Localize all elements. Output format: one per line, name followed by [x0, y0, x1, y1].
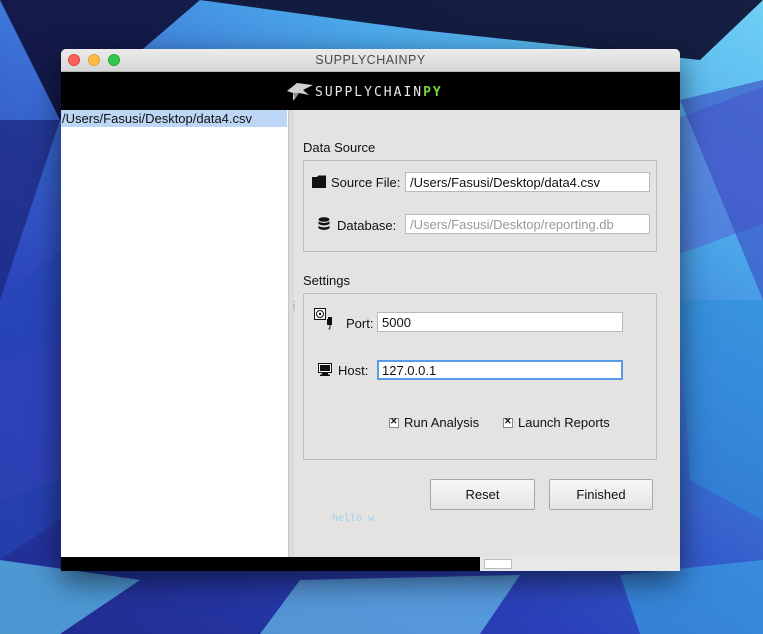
- header-banner: SUPPLYCHAIN PY: [61, 72, 680, 110]
- monitor-icon: [318, 363, 332, 376]
- file-list-panel[interactable]: /Users/Fasusi/Desktop/data4.csv: [61, 110, 288, 557]
- reset-button[interactable]: Reset: [430, 479, 535, 510]
- app-window: SUPPLYCHAINPY SUPPLYCHAIN PY /Users/Fasus…: [61, 49, 680, 571]
- window-title: SUPPLYCHAINPY: [315, 53, 426, 67]
- folder-icon: [312, 175, 326, 188]
- run-analysis-checkbox[interactable]: Run Analysis: [389, 415, 479, 430]
- database-icon: [318, 217, 330, 230]
- port-label: Port:: [346, 316, 374, 331]
- hello-text: hello w: [332, 513, 375, 524]
- horizontal-scrollbar[interactable]: [480, 557, 680, 571]
- launch-reports-checkbox[interactable]: Launch Reports: [503, 415, 610, 430]
- logo-accent-text: PY: [423, 84, 443, 100]
- launch-reports-label: Launch Reports: [518, 415, 610, 430]
- title-bar: SUPPLYCHAINPY: [61, 49, 680, 72]
- list-item[interactable]: /Users/Fasusi/Desktop/data4.csv: [61, 110, 287, 127]
- scrollbar-thumb[interactable]: [484, 559, 512, 569]
- data-source-heading: Data Source: [303, 140, 376, 155]
- status-bar: [61, 557, 680, 571]
- plug-icon: [314, 308, 332, 330]
- data-source-group: Source File: Database:: [303, 160, 657, 252]
- app-logo: SUPPLYCHAIN PY: [287, 81, 443, 103]
- run-analysis-label: Run Analysis: [404, 415, 480, 430]
- finished-button[interactable]: Finished: [549, 479, 653, 510]
- settings-group: Port: Host: Run Analysis Launch Reports: [303, 293, 657, 460]
- checkbox-check-icon: [503, 416, 513, 428]
- logo-text: SUPPLYCHAIN: [315, 84, 424, 100]
- settings-heading: Settings: [303, 273, 350, 288]
- database-input[interactable]: [405, 214, 650, 234]
- settings-panel: Data Source Source File: Database: Setti…: [293, 110, 680, 557]
- database-label: Database:: [337, 218, 397, 233]
- bird-logo-icon: [287, 83, 313, 101]
- source-file-input[interactable]: [405, 172, 650, 192]
- host-label: Host:: [338, 363, 369, 378]
- source-file-label: Source File:: [331, 175, 401, 190]
- host-input[interactable]: [377, 360, 623, 380]
- port-input[interactable]: [377, 312, 623, 332]
- checkbox-check-icon: [389, 416, 399, 428]
